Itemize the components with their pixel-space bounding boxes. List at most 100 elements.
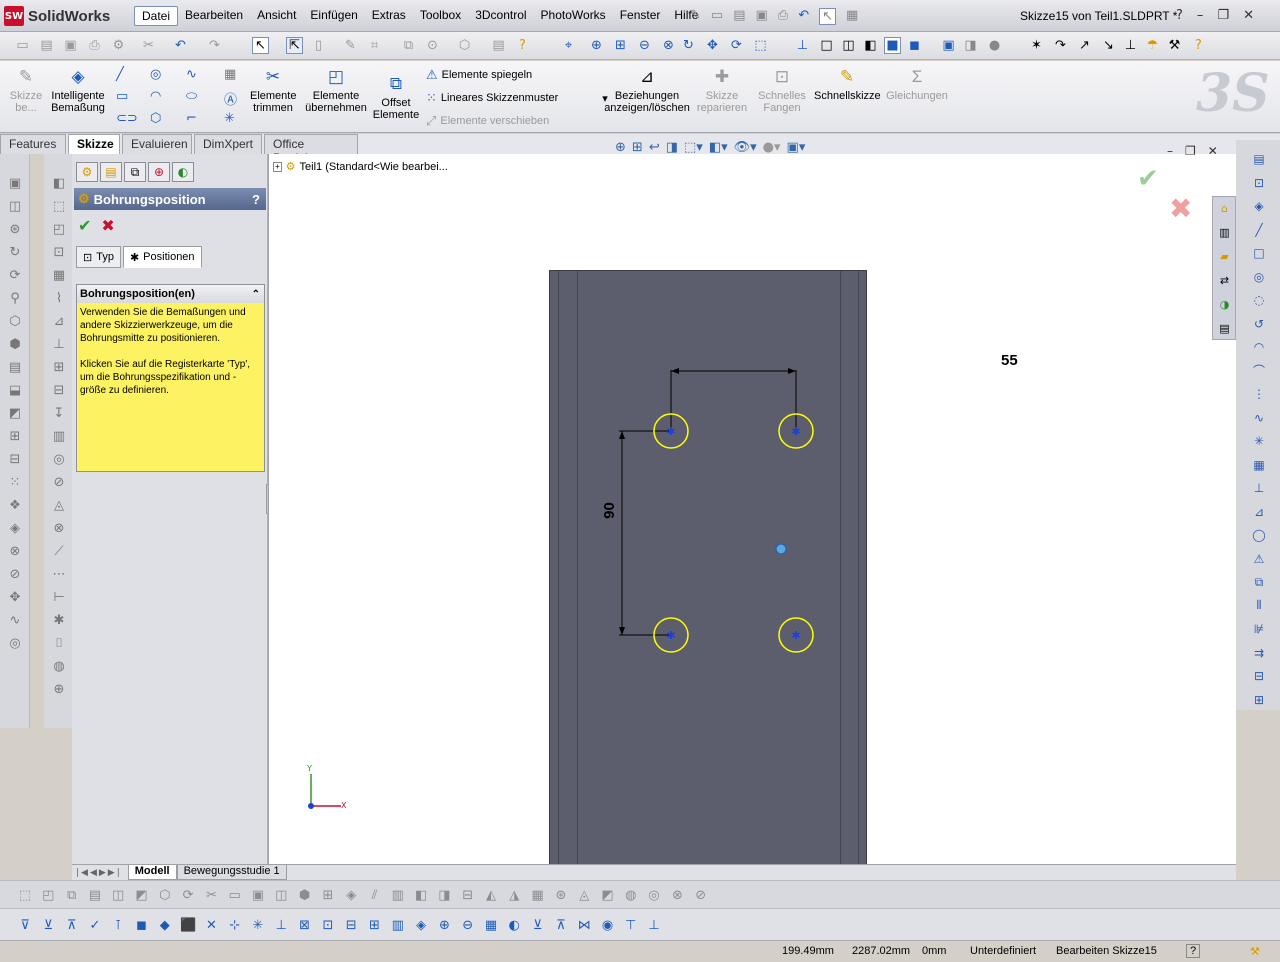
- ok-button[interactable]: ✔: [78, 216, 91, 235]
- right-sketch-tool-icon[interactable]: ⫴: [1250, 597, 1268, 615]
- polygon-icon[interactable]: ⬡: [150, 111, 161, 126]
- relation-bottom-tool-icon[interactable]: ⊼: [552, 916, 570, 934]
- tab-skizze[interactable]: Skizze: [68, 134, 120, 154]
- new-icon[interactable]: ▭: [711, 8, 723, 25]
- zoom-to-fit-icon[interactable]: ⊕: [615, 140, 626, 155]
- right-sketch-tool-icon[interactable]: ⇉: [1250, 644, 1268, 662]
- sketch-side-tool-icon[interactable]: ⟋: [50, 542, 68, 560]
- dimension-55[interactable]: [670, 368, 797, 428]
- feature-bottom-tool-icon[interactable]: ◈: [342, 886, 360, 904]
- right-sketch-tool-icon[interactable]: ✳: [1250, 432, 1268, 450]
- feature-bottom-tool-icon[interactable]: ⧉: [63, 886, 81, 904]
- realview-icon[interactable]: ●: [986, 37, 1003, 54]
- arc-tool-icon[interactable]: ↷: [1052, 37, 1069, 54]
- feature-bottom-tool-icon[interactable]: ◫: [109, 886, 127, 904]
- sketch-side-tool-icon[interactable]: ✱: [50, 611, 68, 629]
- right-sketch-tool-icon[interactable]: ↺: [1250, 315, 1268, 333]
- line-tool-icon[interactable]: ↗: [1076, 37, 1093, 54]
- sketch-side-tool-icon[interactable]: ◬: [50, 496, 68, 514]
- move-entities-button[interactable]: ⤢ Elemente verschieben: [426, 113, 549, 129]
- feature-bottom-tool-icon[interactable]: ◎: [645, 886, 663, 904]
- rotate-icon[interactable]: ↻: [680, 37, 697, 54]
- whatsnew-icon[interactable]: ?: [1190, 37, 1207, 54]
- right-sketch-tool-icon[interactable]: ⚠: [1250, 550, 1268, 568]
- sketch-side-tool-icon[interactable]: ⊞: [50, 358, 68, 376]
- feature-tool-icon[interactable]: ⬢: [6, 335, 24, 353]
- app-logo[interactable]: SW SolidWorks: [4, 6, 110, 26]
- minimize-button[interactable]: –: [1197, 8, 1204, 23]
- configuration-manager-tab-icon[interactable]: ⧉: [124, 162, 146, 182]
- right-sketch-tool-icon[interactable]: ◠: [1250, 338, 1268, 356]
- sketch-side-tool-icon[interactable]: ⋯: [50, 565, 68, 583]
- view-orient-icon[interactable]: ⬚▾: [684, 140, 703, 155]
- menu-photoworks[interactable]: PhotoWorks: [534, 6, 613, 26]
- relation-bottom-tool-icon[interactable]: ✳: [249, 916, 267, 934]
- point-icon[interactable]: ✳: [224, 111, 235, 126]
- fillet-icon[interactable]: ⌐: [186, 111, 197, 126]
- resources-home-icon[interactable]: ⌂: [1216, 200, 1233, 217]
- sketch-side-tool-icon[interactable]: ◍: [50, 657, 68, 675]
- print-doc-icon[interactable]: ⎙: [86, 37, 103, 54]
- dimxpert-manager-tab-icon[interactable]: ⊕: [148, 162, 170, 182]
- feature-tool-icon[interactable]: ⊗: [6, 542, 24, 560]
- feature-bottom-tool-icon[interactable]: ⫽: [366, 886, 384, 904]
- dimension-90[interactable]: [619, 430, 669, 636]
- chevron-up-icon[interactable]: ⌃: [252, 289, 260, 300]
- right-sketch-tool-icon[interactable]: ⊯: [1250, 620, 1268, 638]
- feature-bottom-tool-icon[interactable]: ⊟: [459, 886, 477, 904]
- sketch-side-tool-icon[interactable]: ↧: [50, 404, 68, 422]
- feature-tool-icon[interactable]: ⬓: [6, 381, 24, 399]
- quick-snaps-button[interactable]: ⊡ Schnelles Fangen: [756, 67, 808, 114]
- shaded-icon[interactable]: ◼: [906, 37, 923, 54]
- relation-bottom-tool-icon[interactable]: ⊽: [16, 916, 34, 934]
- feature-tool-icon[interactable]: ⁙: [6, 473, 24, 491]
- sketch-side-tool-icon[interactable]: ⬚: [50, 197, 68, 215]
- scene-icon[interactable]: ▣▾: [787, 140, 806, 155]
- feature-bottom-tool-icon[interactable]: ◮: [505, 886, 523, 904]
- right-sketch-tool-icon[interactable]: ∿: [1250, 409, 1268, 427]
- right-sketch-tool-icon[interactable]: ⌒: [1250, 362, 1268, 380]
- relation-bottom-tool-icon[interactable]: ⊞: [366, 916, 384, 934]
- origin-icon[interactable]: ✶: [1028, 37, 1045, 54]
- custom-properties-icon[interactable]: ▤: [1216, 320, 1233, 337]
- shaded-edges-icon[interactable]: ■: [884, 37, 901, 54]
- zoom-fit-icon[interactable]: ⊕: [588, 37, 605, 54]
- right-sketch-tool-icon[interactable]: ⊡: [1250, 174, 1268, 192]
- right-sketch-tool-icon[interactable]: ⋮: [1250, 385, 1268, 403]
- sketch-side-tool-icon[interactable]: ◧: [50, 174, 68, 192]
- feature-tool-icon[interactable]: ❖: [6, 496, 24, 514]
- relation-bottom-tool-icon[interactable]: ◼: [133, 916, 151, 934]
- feature-bottom-tool-icon[interactable]: ⬡: [156, 886, 174, 904]
- tab-type[interactable]: ⊡ Typ: [76, 246, 121, 268]
- previous-view-icon[interactable]: ↩: [649, 140, 660, 155]
- features-icon[interactable]: ⧉: [400, 37, 417, 54]
- feature-bottom-tool-icon[interactable]: ◩: [133, 886, 151, 904]
- relation-bottom-tool-icon[interactable]: ⊻: [529, 916, 547, 934]
- tab-office-produkte[interactable]: Office Produkte: [264, 134, 358, 165]
- rebuild-icon[interactable]: ▦: [846, 8, 858, 25]
- tab-features[interactable]: Features: [0, 134, 66, 154]
- hole-point[interactable]: ✱: [778, 617, 814, 653]
- cut-icon[interactable]: ✂: [140, 37, 157, 54]
- hidden-lines-removed-icon[interactable]: ◧: [862, 37, 879, 54]
- tab-positions[interactable]: ✱ Positionen: [122, 246, 202, 268]
- right-sketch-tool-icon[interactable]: ◎: [1250, 268, 1268, 286]
- text-grid-icon[interactable]: ▦: [224, 67, 236, 82]
- feature-bottom-tool-icon[interactable]: ◩: [599, 886, 617, 904]
- hide-show-icon[interactable]: 👁▾: [734, 140, 757, 155]
- menu-einfügen[interactable]: Einfügen: [303, 6, 364, 26]
- feature-bottom-tool-icon[interactable]: ▥: [389, 886, 407, 904]
- property-manager-tab-icon[interactable]: ▤: [100, 162, 122, 182]
- trim-button[interactable]: ✂ Elemente trimmen: [250, 67, 296, 114]
- view-orientation-icon[interactable]: ⬚: [752, 37, 769, 54]
- feature-bottom-tool-icon[interactable]: ▣: [249, 886, 267, 904]
- arc-icon[interactable]: ◠: [150, 89, 161, 104]
- sketch-side-tool-icon[interactable]: ⌷: [50, 634, 68, 652]
- menu-datei[interactable]: Datei: [134, 6, 179, 26]
- section-icon[interactable]: ◨: [666, 140, 678, 155]
- circle-icon[interactable]: ◎: [150, 67, 161, 82]
- relation-bottom-tool-icon[interactable]: ◉: [599, 916, 617, 934]
- new-doc-icon[interactable]: ▭: [14, 37, 31, 54]
- text-tool-icon[interactable]: Ⓐ: [224, 89, 237, 108]
- section-view-icon[interactable]: ◨: [962, 37, 979, 54]
